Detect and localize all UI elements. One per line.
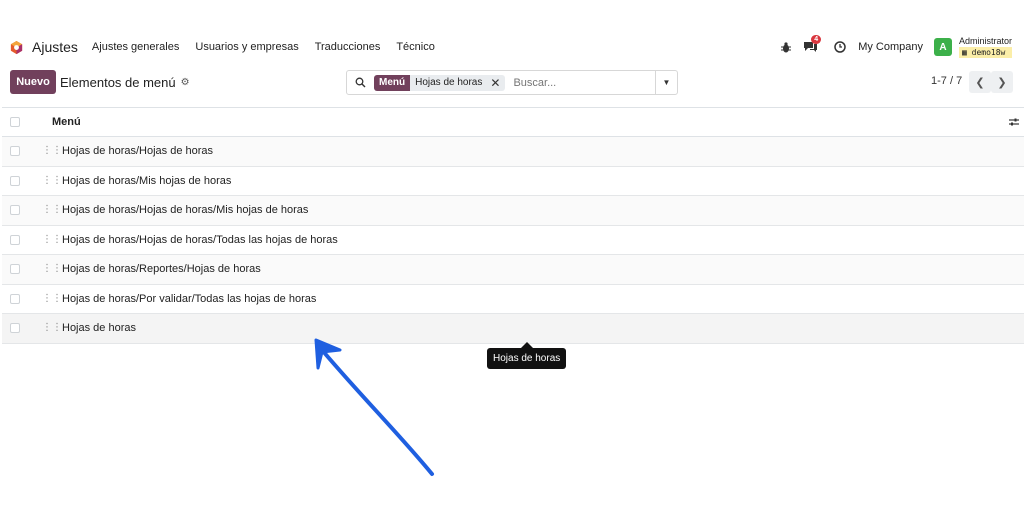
user-name: Administrator xyxy=(958,36,1012,46)
user-menu[interactable]: Administrator ▦ demo18w xyxy=(958,36,1012,58)
drag-handle-icon[interactable]: ⋮⋮ xyxy=(42,234,62,245)
close-icon[interactable]: ✕ xyxy=(490,76,500,90)
main-menu: Ajustes generales Usuarios y empresas Tr… xyxy=(92,41,451,53)
row-menu-name: Hojas de horas/Hojas de horas/Mis hojas … xyxy=(62,204,309,217)
menu-item-usuarios-empresas[interactable]: Usuarios y empresas xyxy=(195,41,298,53)
facet-label: Menú xyxy=(374,74,411,91)
table-row[interactable]: ⋮⋮ Hojas de horas/Mis hojas de horas xyxy=(2,167,1024,196)
menu-item-ajustes-generales[interactable]: Ajustes generales xyxy=(92,41,179,53)
control-panel: Nuevo Elementos de menú ⚙ Menú Hojas de … xyxy=(0,68,1024,98)
app-brand[interactable]: Ajustes xyxy=(9,39,78,55)
activity-clock-icon[interactable] xyxy=(834,41,846,53)
breadcrumb: Elementos de menú ⚙ xyxy=(60,75,190,90)
user-avatar[interactable]: A xyxy=(933,38,952,56)
database-name: ▦ demo18w xyxy=(958,47,1012,58)
row-checkbox[interactable] xyxy=(10,234,20,245)
facet-value: Hojas de horas ✕ xyxy=(410,74,506,91)
table-row[interactable]: ⋮⋮ Hojas de horas xyxy=(2,314,1024,344)
messages-badge: 4 xyxy=(811,35,822,44)
search-icon[interactable] xyxy=(355,77,366,88)
chevron-right-icon[interactable]: ❯ xyxy=(991,71,1013,93)
row-menu-name: Hojas de horas/Hojas de horas xyxy=(62,145,214,158)
company-switcher[interactable]: My Company xyxy=(858,41,923,53)
row-checkbox[interactable] xyxy=(10,264,20,275)
chevron-down-icon[interactable]: ▼ xyxy=(655,71,677,94)
table-row[interactable]: ⋮⋮ Hojas de horas/Hojas de horas/Todas l… xyxy=(2,226,1024,255)
row-menu-name: Hojas de horas/Hojas de horas/Todas las … xyxy=(62,233,338,246)
menu-item-traducciones[interactable]: Traducciones xyxy=(315,41,381,53)
messages-chat-icon[interactable]: 4 xyxy=(803,35,822,53)
search-facet: Menú Hojas de horas ✕ xyxy=(374,74,506,91)
row-checkbox[interactable] xyxy=(10,293,20,304)
debug-bug-icon[interactable] xyxy=(781,41,792,53)
table-row[interactable]: ⋮⋮ Hojas de horas/Hojas de horas/Mis hoj… xyxy=(2,196,1024,226)
list-header: Menú xyxy=(2,107,1024,137)
tooltip: Hojas de horas xyxy=(487,348,567,369)
row-checkbox[interactable] xyxy=(10,146,20,157)
table-row[interactable]: ⋮⋮ Hojas de horas/Hojas de horas xyxy=(2,137,1024,167)
drag-handle-icon[interactable]: ⋮⋮ xyxy=(42,264,62,274)
top-navbar: Ajustes Ajustes generales Usuarios y emp… xyxy=(0,30,1024,64)
select-all-checkbox[interactable] xyxy=(10,117,20,127)
pager-value[interactable]: 1-7 / 7 xyxy=(931,75,962,87)
gear-icon[interactable]: ⚙ xyxy=(181,77,190,88)
table-row[interactable]: ⋮⋮ Hojas de horas/Por validar/Todas las … xyxy=(2,285,1024,314)
drag-handle-icon[interactable]: ⋮⋮ xyxy=(42,323,62,333)
search-bar: Menú Hojas de horas ✕ ▼ xyxy=(346,70,678,95)
table-row[interactable]: ⋮⋮ Hojas de horas/Reportes/Hojas de hora… xyxy=(2,255,1024,285)
row-menu-name: Hojas de horas/Por validar/Todas las hoj… xyxy=(62,292,317,305)
row-checkbox[interactable] xyxy=(10,175,20,186)
row-menu-name: Hojas de horas xyxy=(62,322,136,335)
facet-value-text: Hojas de horas xyxy=(415,77,483,88)
systray: 4 My Company A Administrator ▦ demo18w xyxy=(769,30,1012,64)
column-header-menu[interactable]: Menú xyxy=(52,116,81,128)
drag-handle-icon[interactable]: ⋮⋮ xyxy=(42,175,62,186)
menu-item-tecnico[interactable]: Técnico xyxy=(396,41,435,53)
chevron-left-icon[interactable]: ❮ xyxy=(969,71,991,93)
drag-handle-icon[interactable]: ⋮⋮ xyxy=(42,205,62,215)
search-input[interactable] xyxy=(513,76,654,89)
row-checkbox[interactable] xyxy=(10,205,20,216)
drag-handle-icon[interactable]: ⋮⋮ xyxy=(42,146,62,156)
row-menu-name: Hojas de horas/Reportes/Hojas de horas xyxy=(62,263,261,276)
page-title: Elementos de menú xyxy=(60,75,176,90)
drag-handle-icon[interactable]: ⋮⋮ xyxy=(42,293,62,304)
row-checkbox[interactable] xyxy=(10,323,20,334)
odoo-logo-icon xyxy=(10,40,23,54)
database-label: demo18w xyxy=(971,48,1006,57)
optional-columns-icon[interactable] xyxy=(1008,116,1020,128)
database-icon: ▦ xyxy=(961,48,972,57)
row-menu-name: Hojas de horas/Mis hojas de horas xyxy=(62,174,232,187)
list-view: Menú ⋮⋮ Hojas de horas/Hojas de horas ⋮⋮… xyxy=(2,107,1024,344)
new-button[interactable]: Nuevo xyxy=(10,70,56,94)
app-title: Ajustes xyxy=(32,39,78,55)
